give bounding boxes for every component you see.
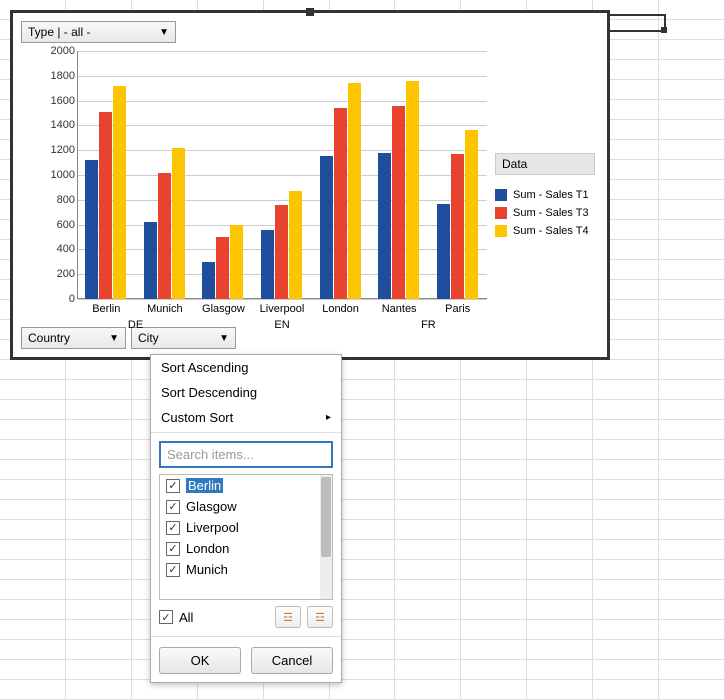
- bar: [406, 81, 419, 299]
- x-axis-labels: BerlinMunichGlasgowLiverpoolLondonNantes…: [77, 299, 487, 337]
- filter-item-label: Berlin: [186, 478, 223, 493]
- legend-title: Data: [495, 153, 595, 175]
- bar: [392, 106, 405, 299]
- filter-item-label: Glasgow: [186, 499, 237, 514]
- filter-item-checkbox[interactable]: [166, 479, 180, 493]
- bar: [202, 262, 215, 299]
- legend-swatch: [495, 225, 507, 237]
- chart-plot-area: 0200400600800100012001400160018002000 Be…: [41, 51, 491, 321]
- y-tick-label: 600: [57, 219, 75, 231]
- bar: [451, 154, 464, 299]
- legend-item: Sum - Sales T4: [495, 225, 595, 237]
- bar: [348, 83, 361, 299]
- legend-label: Sum - Sales T3: [513, 207, 589, 219]
- y-tick-label: 1200: [51, 144, 75, 156]
- bar: [275, 205, 288, 299]
- cancel-button[interactable]: Cancel: [251, 647, 333, 674]
- filter-item-row[interactable]: Glasgow: [160, 496, 320, 517]
- ok-button[interactable]: OK: [159, 647, 241, 674]
- y-tick-label: 0: [69, 293, 75, 305]
- bars-container: [77, 51, 487, 299]
- filter-item-row[interactable]: Liverpool: [160, 517, 320, 538]
- search-input[interactable]: [159, 441, 333, 468]
- y-axis: 0200400600800100012001400160018002000: [41, 51, 77, 299]
- filter-item-label: Munich: [186, 562, 228, 577]
- legend-item: Sum - Sales T3: [495, 207, 595, 219]
- filter-item-list: Berlin Glasgow Liverpool London Munich: [159, 474, 333, 600]
- all-checkbox[interactable]: [159, 610, 173, 624]
- filter-item-row[interactable]: London: [160, 538, 320, 559]
- scrollbar[interactable]: [320, 475, 332, 599]
- x-category-label: Paris: [429, 303, 487, 315]
- bar: [216, 237, 229, 299]
- x-category-label: Nantes: [370, 303, 428, 315]
- filter-item-label: London: [186, 541, 229, 556]
- bar: [437, 204, 450, 299]
- sort-descending-menu[interactable]: Sort Descending: [151, 380, 341, 405]
- hide-only-current-button[interactable]: ☲: [307, 606, 333, 628]
- x-category-label: Liverpool: [253, 303, 311, 315]
- x-category-label: Berlin: [77, 303, 135, 315]
- country-filter-label: Country: [28, 331, 70, 345]
- type-filter-dropdown[interactable]: Type | - all - ▼: [21, 21, 176, 43]
- x-country-label: DE: [128, 319, 143, 331]
- filter-item-checkbox[interactable]: [166, 500, 180, 514]
- y-tick-label: 800: [57, 194, 75, 206]
- y-tick-label: 1600: [51, 95, 75, 107]
- bar: [144, 222, 157, 299]
- filter-item-label: Liverpool: [186, 520, 239, 535]
- bar: [378, 153, 391, 299]
- y-tick-label: 1000: [51, 169, 75, 181]
- filter-item-row[interactable]: Munich: [160, 559, 320, 580]
- type-filter-label: Type | - all -: [28, 25, 90, 39]
- menu-separator: [151, 432, 341, 433]
- x-country-label: EN: [274, 319, 289, 331]
- chart-legend: Data Sum - Sales T1 Sum - Sales T3 Sum - S…: [495, 153, 595, 243]
- city-filter-popup: Sort Ascending Sort Descending Custom So…: [150, 354, 342, 683]
- filter-item-row[interactable]: Berlin: [160, 475, 320, 496]
- chevron-down-icon: ▼: [159, 27, 169, 38]
- bar: [85, 160, 98, 299]
- scrollbar-thumb[interactable]: [321, 477, 331, 557]
- bar: [113, 86, 126, 299]
- legend-label: Sum - Sales T4: [513, 225, 589, 237]
- filter-item-checkbox[interactable]: [166, 542, 180, 556]
- bar: [230, 225, 243, 299]
- sort-ascending-menu[interactable]: Sort Ascending: [151, 355, 341, 380]
- legend-swatch: [495, 207, 507, 219]
- filter-item-checkbox[interactable]: [166, 563, 180, 577]
- bar: [334, 108, 347, 299]
- x-category-label: Glasgow: [194, 303, 252, 315]
- submenu-arrow-icon: ▸: [326, 412, 331, 423]
- filter-item-checkbox[interactable]: [166, 521, 180, 535]
- bar: [320, 156, 333, 299]
- y-tick-label: 200: [57, 268, 75, 280]
- bar: [172, 148, 185, 299]
- legend-item: Sum - Sales T1: [495, 189, 595, 201]
- x-country-label: FR: [421, 319, 436, 331]
- x-category-label: Munich: [136, 303, 194, 315]
- y-tick-label: 1800: [51, 70, 75, 82]
- all-label: All: [179, 610, 193, 625]
- bar: [99, 112, 112, 299]
- y-tick-label: 1400: [51, 119, 75, 131]
- bar: [289, 191, 302, 299]
- legend-label: Sum - Sales T1: [513, 189, 589, 201]
- show-only-current-button[interactable]: ☲: [275, 606, 301, 628]
- legend-swatch: [495, 189, 507, 201]
- bar: [158, 173, 171, 299]
- menu-separator: [151, 636, 341, 637]
- y-tick-label: 400: [57, 243, 75, 255]
- y-tick-label: 2000: [51, 45, 75, 57]
- bar: [261, 230, 274, 299]
- custom-sort-menu[interactable]: Custom Sort▸: [151, 405, 341, 430]
- selected-cell[interactable]: [608, 14, 666, 32]
- bar: [465, 130, 478, 299]
- x-category-label: London: [312, 303, 370, 315]
- pivot-chart-frame[interactable]: Type | - all - ▼ Country ▼ City ▼ 020040…: [10, 10, 610, 360]
